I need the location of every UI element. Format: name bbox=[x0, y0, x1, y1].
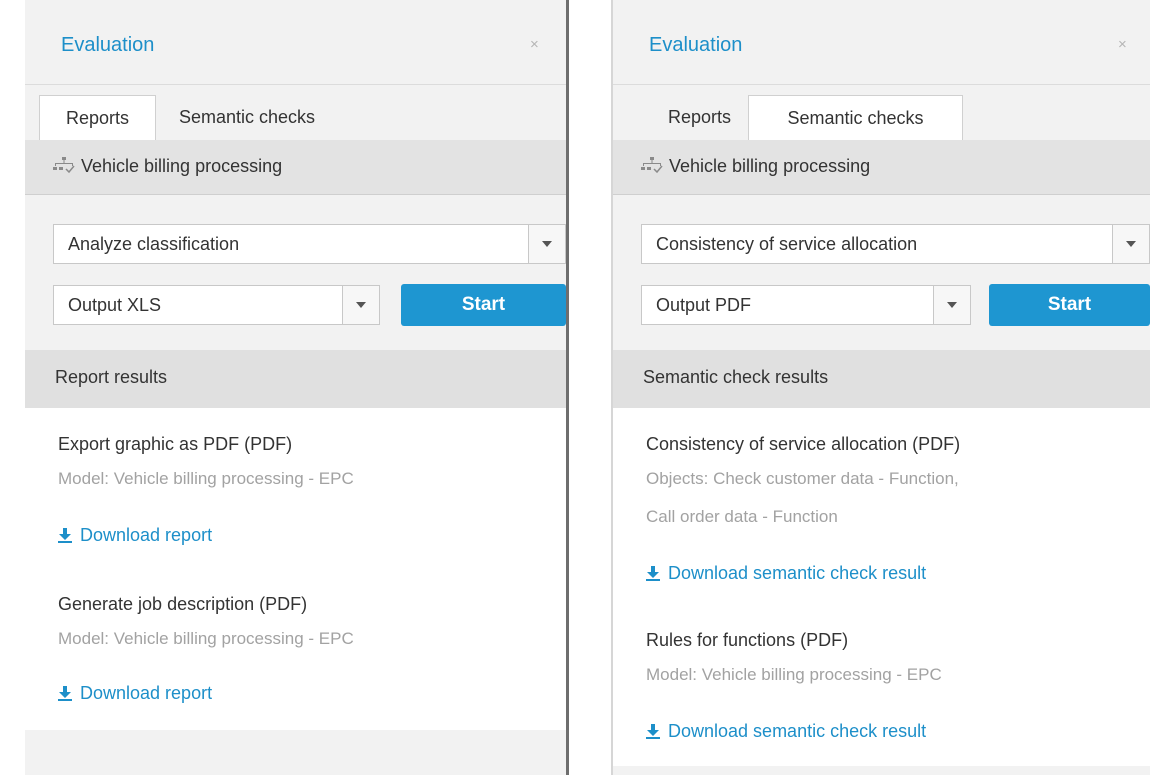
evaluation-panel-reports: Evaluation × Reports Semantic checks Veh… bbox=[25, 0, 566, 775]
results-header: Report results bbox=[25, 350, 566, 408]
tab-reports[interactable]: Reports bbox=[668, 95, 731, 139]
results-header-label: Report results bbox=[55, 367, 168, 387]
close-icon[interactable]: × bbox=[1118, 36, 1127, 53]
header-divider bbox=[25, 84, 566, 85]
download-semantic-result-link[interactable]: Download semantic check result bbox=[646, 563, 926, 584]
result-meta: Model: Vehicle billing processing - EPC bbox=[646, 665, 942, 684]
panel-title: Evaluation bbox=[61, 34, 155, 56]
result-meta: Objects: Check customer data - Function, bbox=[646, 469, 959, 488]
process-model-icon bbox=[53, 157, 75, 174]
results-list: Export graphic as PDF (PDF) Model: Vehic… bbox=[25, 408, 566, 730]
model-context-bar: Vehicle billing processing bbox=[25, 140, 566, 195]
chevron-down-icon[interactable] bbox=[933, 286, 970, 324]
result-meta: Model: Vehicle billing processing - EPC bbox=[58, 629, 354, 648]
tab-reports[interactable]: Reports bbox=[39, 95, 156, 141]
download-report-link[interactable]: Download report bbox=[58, 525, 212, 546]
chevron-down-icon[interactable] bbox=[1112, 225, 1149, 263]
result-title: Consistency of service allocation (PDF) bbox=[646, 434, 961, 454]
process-model-icon bbox=[641, 157, 663, 174]
evaluation-panel-semantic-checks: Evaluation × Reports Semantic checks Veh… bbox=[613, 0, 1150, 775]
download-link-label: Download report bbox=[80, 525, 213, 545]
download-link-label: Download report bbox=[80, 683, 213, 703]
semantic-check-value: Consistency of service allocation bbox=[656, 234, 918, 254]
chevron-down-icon[interactable] bbox=[342, 286, 379, 324]
report-type-select[interactable]: Analyze classification bbox=[53, 224, 566, 264]
result-title: Export graphic as PDF (PDF) bbox=[58, 434, 293, 454]
chevron-down-icon[interactable] bbox=[528, 225, 565, 263]
panel-splitter[interactable] bbox=[566, 0, 569, 775]
start-button[interactable]: Start bbox=[989, 284, 1150, 326]
results-header: Semantic check results bbox=[613, 350, 1150, 408]
download-link-label: Download semantic check result bbox=[668, 721, 927, 741]
results-list: Consistency of service allocation (PDF) … bbox=[613, 408, 1150, 766]
model-name: Vehicle billing processing bbox=[81, 156, 283, 176]
close-icon[interactable]: × bbox=[530, 36, 539, 53]
download-report-link[interactable]: Download report bbox=[58, 683, 212, 704]
output-format-select[interactable]: Output XLS bbox=[53, 285, 380, 325]
download-icon bbox=[58, 686, 72, 701]
header-divider bbox=[613, 84, 1150, 85]
download-icon bbox=[646, 724, 660, 739]
output-format-value: Output PDF bbox=[656, 295, 752, 315]
model-context-bar: Vehicle billing processing bbox=[613, 140, 1150, 195]
panel-title: Evaluation bbox=[649, 34, 743, 56]
download-icon bbox=[646, 566, 660, 581]
result-title: Rules for functions (PDF) bbox=[646, 630, 849, 650]
results-header-label: Semantic check results bbox=[643, 367, 829, 387]
tab-semantic-checks[interactable]: Semantic checks bbox=[748, 95, 963, 141]
output-format-value: Output XLS bbox=[68, 295, 162, 315]
result-meta: Call order data - Function bbox=[646, 507, 838, 526]
model-name: Vehicle billing processing bbox=[669, 156, 871, 176]
result-meta: Model: Vehicle billing processing - EPC bbox=[58, 469, 354, 488]
output-format-select[interactable]: Output PDF bbox=[641, 285, 971, 325]
semantic-check-select[interactable]: Consistency of service allocation bbox=[641, 224, 1150, 264]
tab-semantic-checks[interactable]: Semantic checks bbox=[179, 95, 315, 139]
report-type-value: Analyze classification bbox=[68, 234, 240, 254]
screenshot-stage: Evaluation × Reports Semantic checks Veh… bbox=[0, 0, 1150, 775]
download-semantic-result-link[interactable]: Download semantic check result bbox=[646, 721, 926, 742]
download-icon bbox=[58, 528, 72, 543]
start-button[interactable]: Start bbox=[401, 284, 566, 326]
result-title: Generate job description (PDF) bbox=[58, 594, 308, 614]
download-link-label: Download semantic check result bbox=[668, 563, 927, 583]
